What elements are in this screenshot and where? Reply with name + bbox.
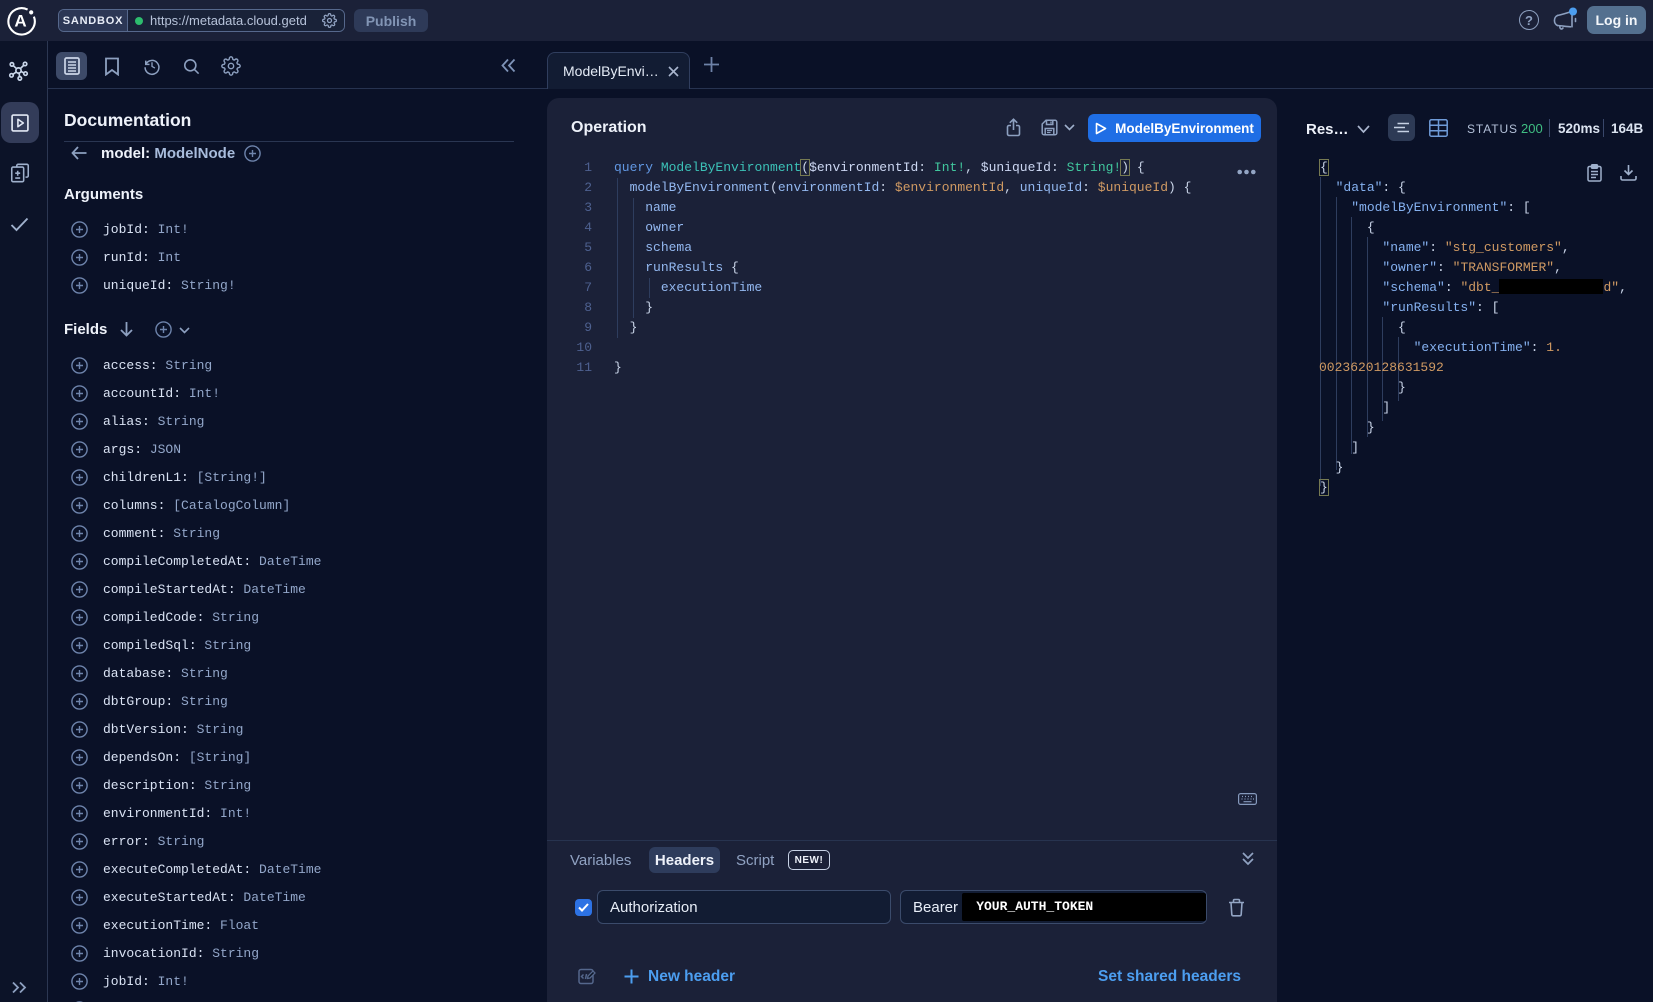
svg-text:A: A <box>14 12 26 31</box>
